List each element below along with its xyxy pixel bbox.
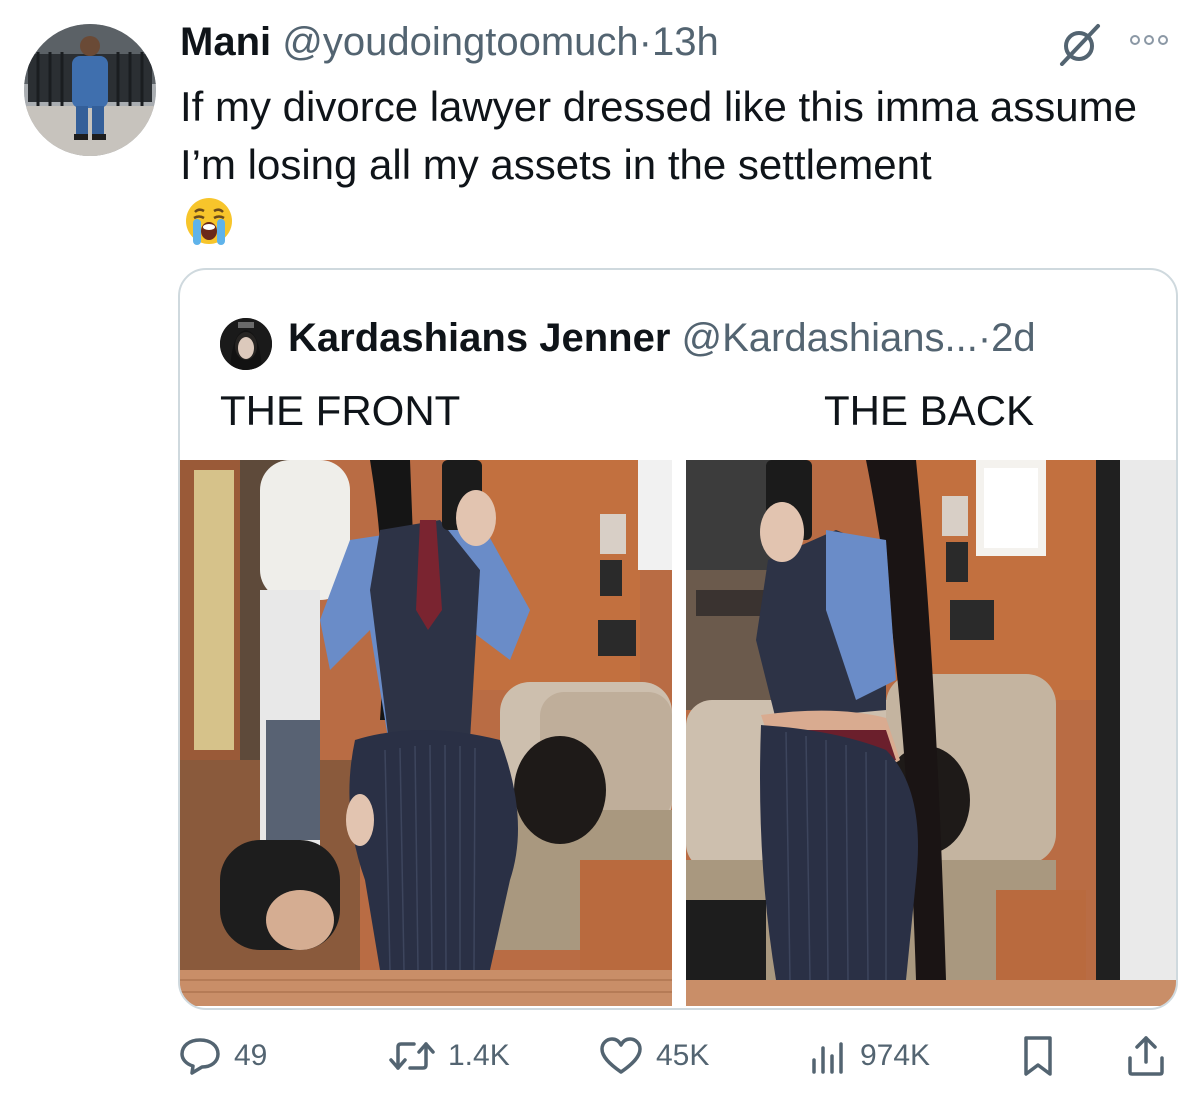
- photo-back[interactable]: [686, 460, 1176, 1006]
- repost-button[interactable]: 1.4K: [388, 1030, 510, 1082]
- reply-count: 49: [234, 1039, 268, 1072]
- views-button[interactable]: 974K: [808, 1030, 930, 1082]
- like-button[interactable]: 45K: [598, 1030, 709, 1082]
- quoted-header-separator: ·: [977, 316, 992, 360]
- bookmark-button[interactable]: [1020, 1030, 1056, 1082]
- quoted-author-display-name[interactable]: Kardashians Jenner: [288, 316, 670, 360]
- quoted-author-handle[interactable]: @Kardashians...: [682, 316, 978, 360]
- quoted-caption-back: THE BACK: [824, 387, 1035, 434]
- tweet-text: If my divorce lawyer dressed like this i…: [180, 83, 1137, 188]
- author-display-name[interactable]: Mani: [180, 20, 271, 64]
- avatar-photo: [24, 24, 156, 156]
- repost-arrows-icon: [388, 1038, 436, 1074]
- like-count: 45K: [656, 1039, 710, 1072]
- author-avatar[interactable]: [24, 24, 156, 156]
- quoted-caption-front: THE FRONT: [220, 387, 461, 434]
- bookmark-icon: [1020, 1034, 1056, 1078]
- tweet-actions-bar: 49 1.4K 45K 974K: [178, 1030, 1178, 1082]
- quoted-author-avatar[interactable]: [220, 318, 272, 370]
- heart-icon: [598, 1036, 644, 1076]
- share-upload-icon: [1126, 1034, 1166, 1078]
- header-separator: ·: [638, 20, 652, 64]
- reply-button[interactable]: 49: [178, 1030, 267, 1082]
- more-options-icon[interactable]: [1126, 28, 1172, 52]
- repost-count: 1.4K: [448, 1039, 510, 1072]
- photo-front[interactable]: [180, 460, 672, 1006]
- quoted-tweet-header: Kardashians Jenner @Kardashians...·2d: [288, 314, 1036, 362]
- views-count: 974K: [860, 1039, 931, 1072]
- tweet-header: Mani @youdoingtoomuch·13h: [180, 18, 719, 66]
- quoted-tweet-timestamp[interactable]: 2d: [991, 316, 1036, 360]
- quoted-tweet-card[interactable]: Kardashians Jenner @Kardashians...·2d TH…: [178, 268, 1178, 1010]
- speech-bubble-icon: [178, 1036, 222, 1076]
- share-button[interactable]: [1126, 1030, 1166, 1082]
- author-handle[interactable]: @youdoingtoomuch: [282, 20, 638, 64]
- loudly-crying-face-icon: [182, 196, 236, 246]
- grok-icon[interactable]: [1054, 22, 1104, 66]
- tweet-timestamp[interactable]: 13h: [652, 20, 719, 64]
- bar-chart-icon: [808, 1036, 848, 1076]
